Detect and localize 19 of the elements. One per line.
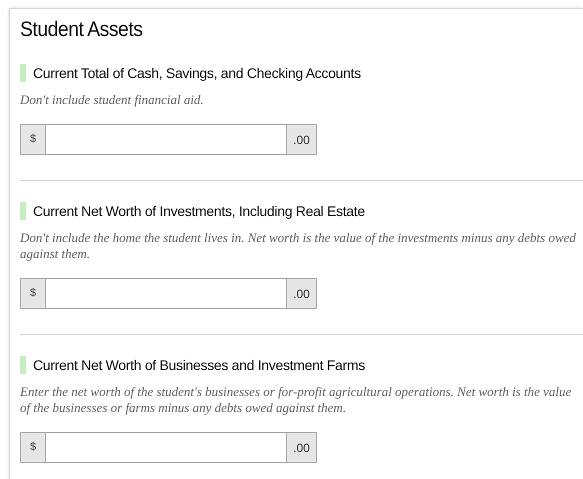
accent-bar [20,202,26,220]
amount-field[interactable]: $ .00 [20,124,317,155]
hint-text: Enter the net worth of the student's businesses or for-profit agricultural operations. Net worth is the value of the businesses or farms minus any debts owed against them. [20,384,572,416]
cents-suffix: .00 [286,279,316,308]
accent-bar [20,64,26,82]
hint-text: Don't include student financial aid. [20,92,205,108]
currency-prefix: $ [21,433,46,462]
amount-field[interactable]: $ .00 [20,432,317,463]
hint-text: Don't include the home the student lives in. Net worth is the value of the investments minus any debts owed against them. [20,230,577,262]
cents-suffix: .00 [286,433,316,462]
cents-suffix: .00 [286,125,316,154]
page-title: Student Assets [20,17,144,43]
section-heading: Current Net Worth of Investments, Including Real Estate [33,202,365,220]
section-heading: Current Net Worth of Businesses and Investment Farms [33,356,365,374]
section-heading: Current Total of Cash, Savings, and Checking Accounts [33,64,361,82]
accent-bar [20,356,26,374]
amount-field[interactable]: $ .00 [20,278,317,309]
currency-prefix: $ [21,125,46,154]
currency-prefix: $ [21,279,46,308]
